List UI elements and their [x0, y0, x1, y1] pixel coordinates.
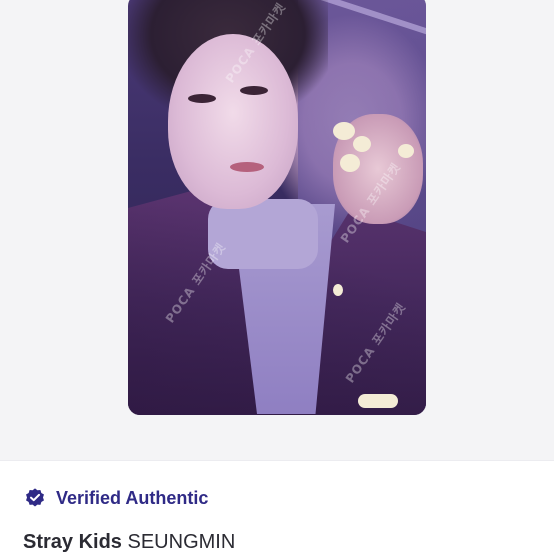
photo-neck: [208, 199, 318, 269]
popcorn: [333, 284, 343, 296]
verified-badge: Verified Authentic: [24, 485, 208, 511]
photo-eye-right: [240, 86, 268, 95]
popcorn: [353, 136, 371, 152]
popcorn: [358, 394, 398, 408]
photo-mouth: [230, 162, 264, 172]
popcorn: [340, 154, 360, 172]
member-name: SEUNGMIN: [127, 531, 236, 553]
photocard-image[interactable]: POCA 포카마켓 POCA 포카마켓 POCA 포카마켓 POCA 포카마켓: [128, 0, 426, 415]
section-divider: [0, 460, 554, 461]
product-image-area: POCA 포카마켓 POCA 포카마켓 POCA 포카마켓 POCA 포카마켓: [0, 0, 554, 460]
photo-eye-left: [188, 94, 216, 103]
verified-check-icon: [24, 487, 46, 509]
popcorn: [398, 144, 414, 158]
popcorn: [333, 122, 355, 140]
item-title: Stray Kids SEUNGMIN: [23, 531, 235, 554]
artist-name[interactable]: Stray Kids: [23, 531, 122, 553]
verified-label: Verified Authentic: [56, 487, 209, 508]
